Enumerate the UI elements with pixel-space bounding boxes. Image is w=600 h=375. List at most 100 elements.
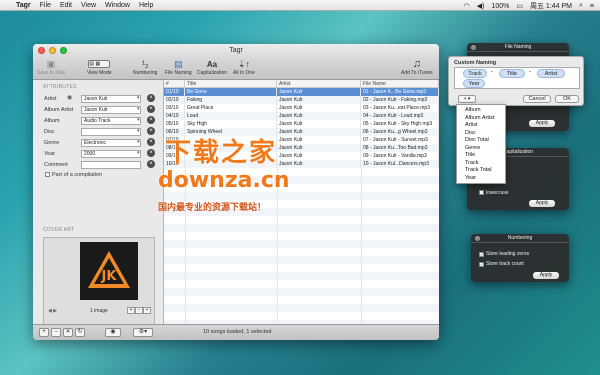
menu-window[interactable]: Window	[105, 2, 130, 9]
close-icon[interactable]: ×	[475, 236, 480, 241]
compilation-checkbox[interactable]: Part of a compilation	[45, 172, 102, 178]
naming-token-field[interactable]: Track - Title - Artist Year	[454, 67, 580, 89]
capitalization-button[interactable]: Aa Capitalization	[197, 58, 227, 77]
file-naming-panel-title: × File Naming	[467, 43, 569, 52]
file-naming-apply-button[interactable]: Apply	[529, 120, 555, 127]
chevron-down-icon[interactable]: ▾	[137, 117, 140, 123]
genre-field[interactable]: Electronic	[81, 138, 141, 147]
menu-file[interactable]: File	[40, 2, 51, 9]
jk-logo-icon: JK	[88, 251, 130, 288]
clear-year-icon[interactable]: ×	[147, 149, 155, 157]
window-title: Tagr	[229, 47, 243, 54]
file-naming-button[interactable]: ▤ File Naming	[165, 58, 192, 77]
menu-item-artist[interactable]: Artist	[457, 122, 505, 130]
add-image-button[interactable]: +	[127, 307, 135, 314]
custom-naming-label: Custom Naming	[454, 60, 497, 66]
capitalization-apply-button[interactable]: Apply	[529, 200, 555, 207]
token-track[interactable]: Track	[463, 69, 487, 78]
token-year[interactable]: Year	[463, 79, 485, 88]
token-artist[interactable]: Artist	[537, 69, 565, 78]
leading-zeros-option[interactable]: ✓ Store leading zeros	[479, 251, 529, 257]
checked-checkbox-icon: ✓	[479, 262, 484, 267]
refresh-icon[interactable]: ↻	[75, 328, 85, 337]
clock[interactable]: 周五 1:44 PM	[530, 1, 572, 11]
capitalization-icon: Aa	[206, 59, 218, 69]
clear-album-artist-icon[interactable]: ×	[147, 105, 155, 113]
remove-image-button[interactable]: −	[135, 307, 143, 314]
clear-comment-icon[interactable]: ×	[147, 160, 155, 168]
chevron-down-icon[interactable]: ▾	[137, 95, 140, 101]
year-field[interactable]: 2000	[81, 149, 141, 158]
volume-icon[interactable]: ◀)	[477, 2, 485, 10]
table-row[interactable]: 02/10 Faking Jason Kulr 02 - Jason Kulr - F…	[164, 96, 439, 104]
remove-files-button[interactable]: −	[51, 328, 61, 337]
close-icon[interactable]: ×	[471, 45, 476, 50]
menu-item-year[interactable]: Year	[457, 175, 505, 183]
menu-item-track-total[interactable]: Track Total	[457, 167, 505, 175]
menu-item-album-artist[interactable]: Album Artist	[457, 115, 505, 123]
artist-field[interactable]: Jason Kulr	[81, 94, 141, 103]
col-title[interactable]: Title	[185, 80, 277, 87]
table-row[interactable]: 04/10 Loud Jason Kulr 04 - Jason Kulr - Lou…	[164, 112, 439, 120]
table-row[interactable]: 05/10 Sky High Jason Kulr 05 - Jason Kulr -…	[164, 120, 439, 128]
close-window-button[interactable]	[38, 47, 45, 54]
add-to-itunes-button[interactable]: ♫ Add To iTunes	[401, 58, 433, 76]
save-in-disk-button[interactable]: ▣ Save In Disk	[37, 58, 65, 77]
checkbox-icon	[45, 172, 50, 177]
track-count-option[interactable]: ✓ Store track count	[479, 261, 524, 267]
menu-edit[interactable]: Edit	[60, 2, 72, 9]
clear-disc-icon[interactable]: ×	[147, 127, 155, 135]
menu-item-genre[interactable]: Genre	[457, 145, 505, 153]
lowercase-option[interactable]: lowercase	[479, 190, 509, 196]
clear-artist-icon[interactable]: ×	[147, 94, 155, 102]
menu-app[interactable]: Tagr	[16, 2, 31, 9]
numbering-button[interactable]: ¹₂ Numbering	[133, 58, 157, 76]
list-icon[interactable]: ≡	[590, 3, 594, 10]
numbering-apply-button[interactable]: Apply	[533, 272, 559, 279]
chevron-down-icon[interactable]: ▾	[137, 139, 140, 145]
comment-field[interactable]	[81, 160, 141, 169]
search-icon[interactable]: ⌕	[579, 2, 583, 10]
add-files-button[interactable]: +	[39, 328, 49, 337]
chevron-down-icon[interactable]: ▾	[137, 106, 140, 112]
chevron-down-icon[interactable]: ▾	[137, 150, 140, 156]
zoom-window-button[interactable]	[60, 47, 67, 54]
chevron-down-icon[interactable]: ▾	[137, 128, 140, 134]
clear-album-icon[interactable]: ×	[147, 116, 155, 124]
cancel-button[interactable]: Cancel	[523, 95, 551, 103]
clear-list-icon[interactable]: ✕	[63, 328, 73, 337]
all-in-one-button[interactable]: ⇣↑ All In One	[233, 58, 255, 77]
clear-genre-icon[interactable]: ×	[147, 138, 155, 146]
menu-help[interactable]: Help	[139, 2, 153, 9]
eye-icon[interactable]: ◉	[67, 94, 72, 101]
image-nav-arrows[interactable]: ◀ ▶	[48, 308, 57, 314]
numbering-panel-title: × Numbering	[471, 234, 569, 243]
col-artist[interactable]: Artist	[277, 80, 361, 87]
album-artist-field[interactable]: Jason Kulr	[81, 105, 141, 114]
menu-item-track[interactable]: Track	[457, 160, 505, 168]
battery-icon[interactable]: ▭	[516, 2, 523, 10]
view-mode-control[interactable]: ▤ ▦ View Mode	[87, 58, 112, 76]
menu-item-title[interactable]: Title	[457, 152, 505, 160]
image-controls[interactable]: + − ▪	[127, 307, 151, 314]
wifi-icon[interactable]: ◠	[464, 2, 470, 10]
minimize-window-button[interactable]	[49, 47, 56, 54]
col-filename[interactable]: File Name	[361, 80, 439, 87]
cover-art-well[interactable]: JK ◀ ▶ 1 image + − ▪	[43, 237, 155, 331]
menu-item-album[interactable]: Album	[457, 107, 505, 115]
table-row[interactable]: 01/10 Be Gone Jason Kulr 01 - Jason K...Be …	[164, 88, 439, 96]
preview-eye-icon[interactable]: ◉	[105, 328, 121, 337]
menu-view[interactable]: View	[81, 2, 96, 9]
album-field[interactable]: Audio Track	[81, 116, 141, 125]
col-number[interactable]: #	[164, 80, 185, 87]
settings-gear-icon[interactable]: ⚙▾	[133, 328, 153, 337]
menu-item-disc-total[interactable]: Disc Total	[457, 137, 505, 145]
token-title[interactable]: Title	[499, 69, 525, 78]
disc-field[interactable]	[81, 127, 141, 136]
table-header: # Title Artist File Name	[164, 80, 439, 88]
more-image-button[interactable]: ▪	[143, 307, 151, 314]
menu-item-disc[interactable]: Disc	[457, 130, 505, 138]
table-row[interactable]: 03/10 Great Place Jason Kulr 03 - Jason Ku.…	[164, 104, 439, 112]
add-token-dropdown[interactable]: + ▾	[458, 95, 476, 103]
ok-button[interactable]: OK	[555, 95, 579, 103]
